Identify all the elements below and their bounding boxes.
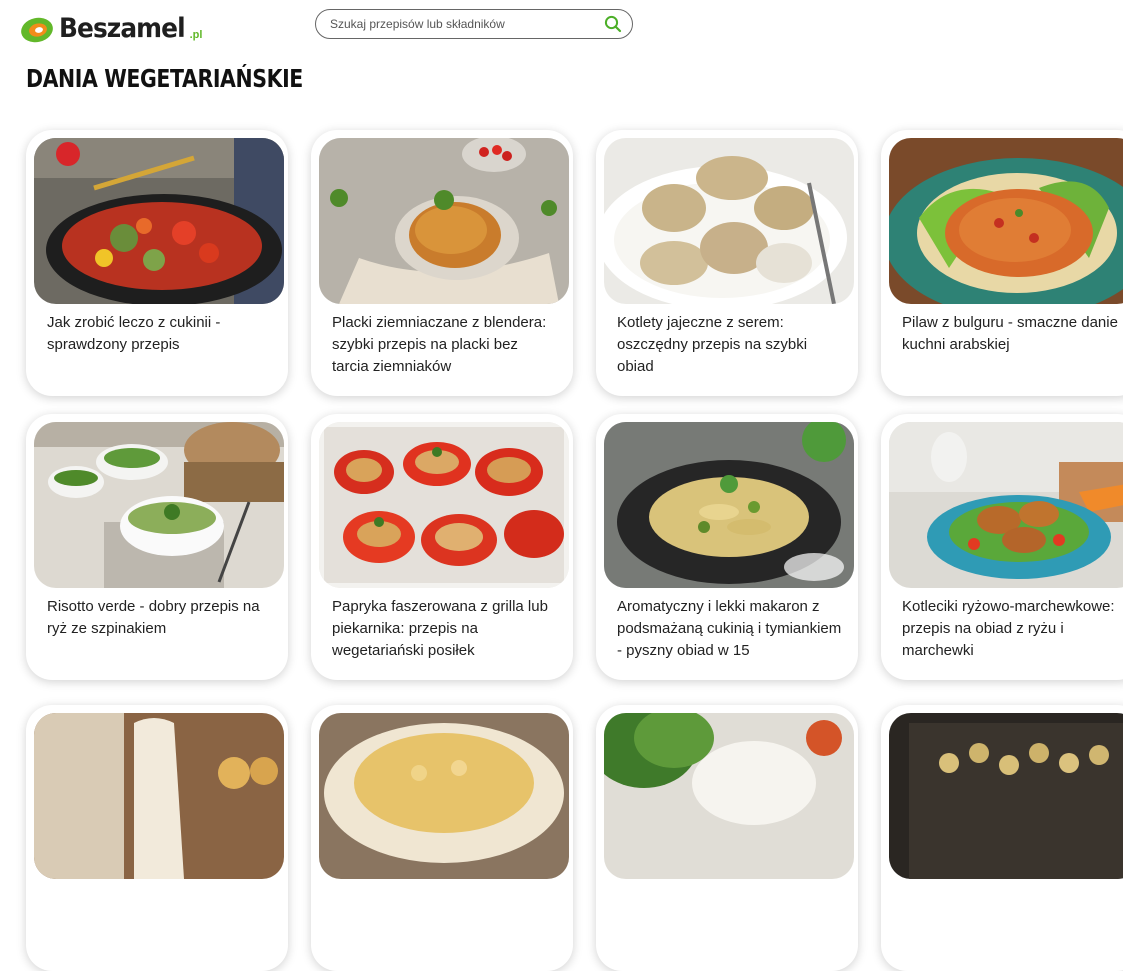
recipe-image-risotto [34, 422, 284, 588]
recipe-card[interactable]: Aromatyczny i lekki makaron z podsmażaną… [596, 414, 858, 680]
recipe-card[interactable] [26, 705, 288, 971]
recipe-card[interactable] [311, 705, 573, 971]
recipe-title: Jak zrobić leczo z cukinii - sprawdzony … [47, 314, 221, 353]
recipe-card[interactable]: Risotto verde - dobry przepis na ryż ze … [26, 414, 288, 680]
recipe-card[interactable]: Pilaw z bulguru - smaczne danie kuchni a… [881, 130, 1123, 396]
recipe-title: Placki ziemniaczane z blendera: szybki p… [332, 314, 547, 375]
recipe-title: Risotto verde - dobry przepis na ryż ze … [47, 598, 260, 637]
recipe-image-row3-4 [889, 713, 1123, 879]
site-logo[interactable]: Beszamel .pl [20, 8, 202, 44]
logo-text: Beszamel [59, 13, 186, 44]
recipe-image-kotleciki [889, 422, 1123, 588]
recipe-card[interactable]: Kotlety jajeczne z serem: oszczędny prze… [596, 130, 858, 396]
recipe-image-placki [319, 138, 569, 304]
recipe-image-row3-3 [604, 713, 854, 879]
recipe-card[interactable] [596, 705, 858, 971]
recipe-image-makaron [604, 422, 854, 588]
recipe-card[interactable]: Papryka faszerowana z grilla lub piekarn… [311, 414, 573, 680]
search-input[interactable] [328, 16, 592, 32]
recipe-image-row3-1 [34, 713, 284, 879]
recipe-card[interactable]: Placki ziemniaczane z blendera: szybki p… [311, 130, 573, 396]
recipe-title: Papryka faszerowana z grilla lub piekarn… [332, 598, 548, 659]
search-bar [315, 9, 633, 39]
recipe-image-pilaw [889, 138, 1123, 304]
beszamel-logo-icon [20, 14, 56, 44]
recipe-card[interactable] [881, 705, 1123, 971]
recipe-title: Pilaw z bulguru - smaczne danie kuchni a… [902, 314, 1118, 353]
recipe-image-papryka [319, 422, 569, 588]
recipe-image-kotlety-jajeczne [604, 138, 854, 304]
recipe-title: Kotlety jajeczne z serem: oszczędny prze… [617, 314, 808, 375]
recipe-card[interactable]: Kotleciki ryżowo-marchewkowe: przepis na… [881, 414, 1123, 680]
recipe-card[interactable]: Jak zrobić leczo z cukinii - sprawdzony … [26, 130, 288, 396]
search-icon[interactable] [603, 14, 623, 34]
page-title: DANIA WEGETARIAŃSKIE [26, 64, 303, 93]
logo-suffix: .pl [189, 29, 203, 41]
recipe-image-leczo [34, 138, 284, 304]
recipe-title: Kotleciki ryżowo-marchewkowe: przepis na… [902, 598, 1115, 659]
recipe-title: Aromatyczny i lekki makaron z podsmażaną… [617, 598, 842, 659]
recipe-image-row3-2 [319, 713, 569, 879]
